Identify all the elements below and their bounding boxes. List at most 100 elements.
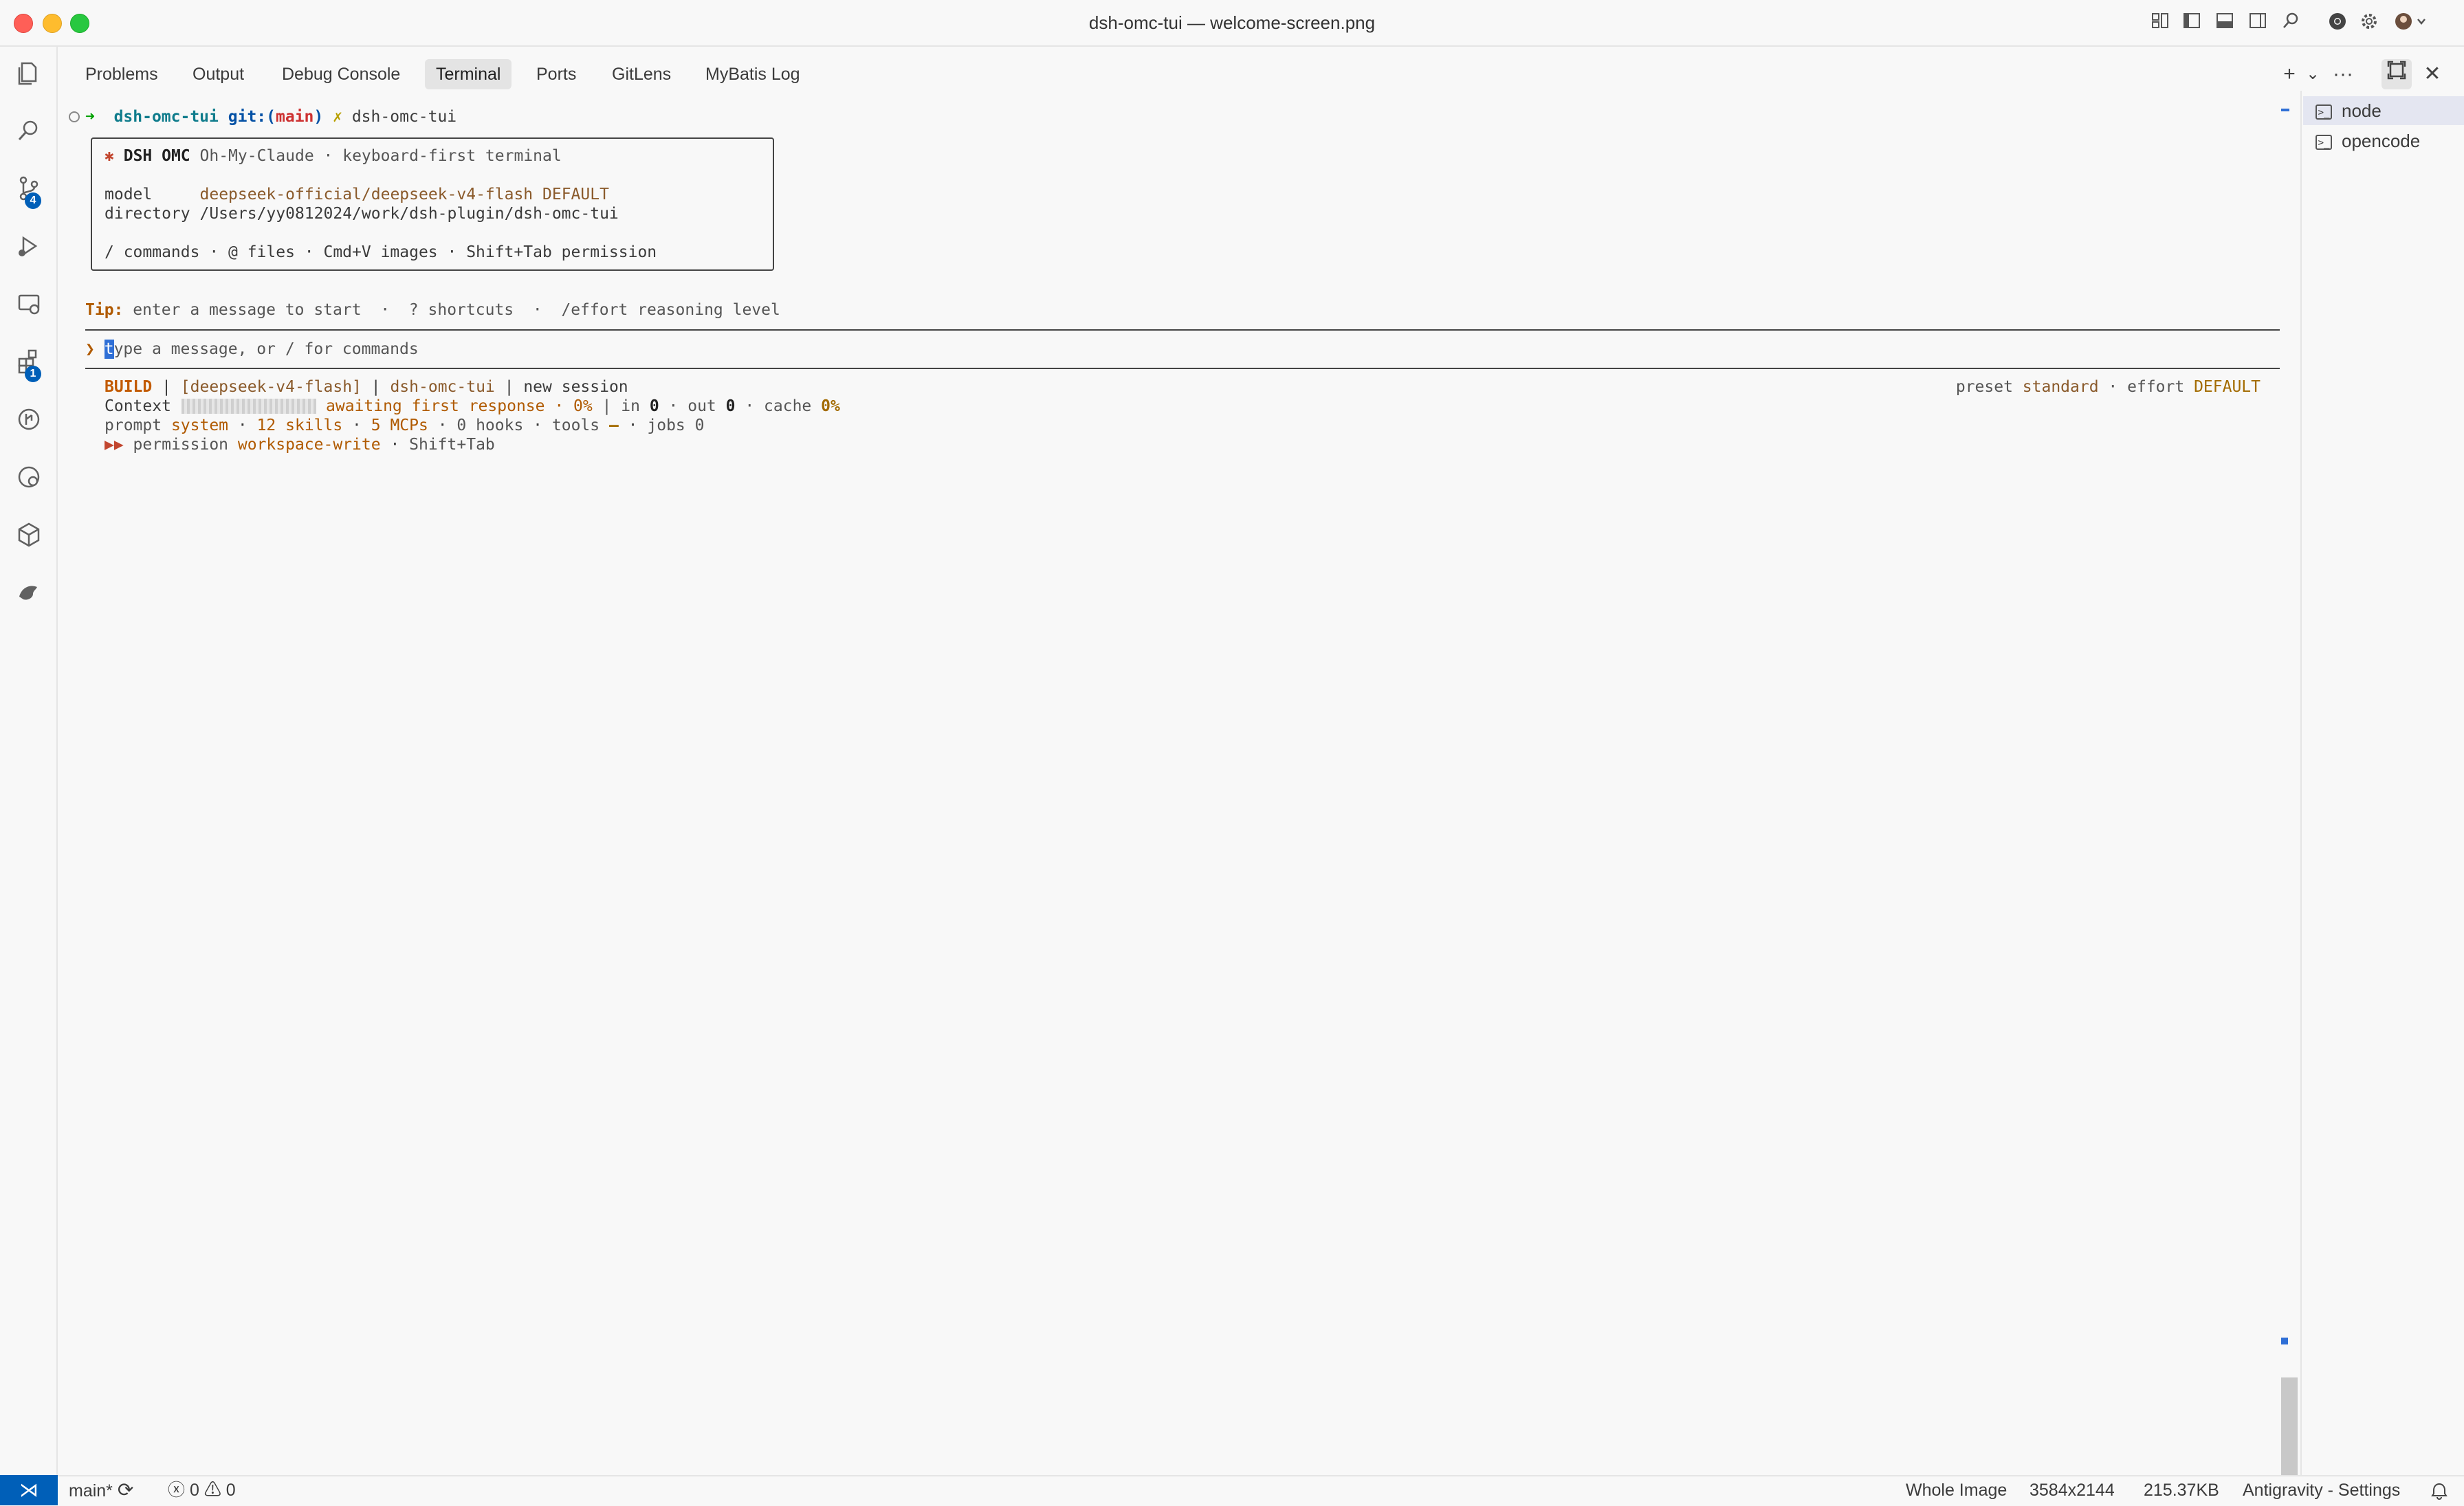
prompt-value: system bbox=[170, 417, 229, 434]
tab-terminal[interactable]: Terminal bbox=[425, 59, 512, 89]
input-caret-icon: ❯ bbox=[85, 340, 95, 358]
tab-ports[interactable]: Ports bbox=[525, 59, 587, 89]
command-decoration-icon[interactable] bbox=[69, 111, 80, 122]
tab-mybatis-log[interactable]: MyBatis Log bbox=[694, 59, 811, 89]
terminal-icon: >_ bbox=[2316, 104, 2332, 120]
input-bottom-rule bbox=[85, 368, 2280, 369]
jobs-count: jobs 0 bbox=[647, 417, 705, 434]
brand-name: DSH OMC bbox=[123, 147, 190, 165]
chevron-down-icon[interactable]: ⌄ bbox=[2298, 59, 2328, 89]
window-title: dsh-omc-tui — welcome-screen.png bbox=[1088, 12, 1376, 33]
layout-icon[interactable] bbox=[2148, 11, 2172, 36]
branch-name: main* bbox=[69, 1481, 113, 1501]
view-mode-indicator[interactable]: Whole Image bbox=[1906, 1475, 2007, 1505]
status-line-build: BUILD | [deepseek-v4-flash] | dsh-omc-tu… bbox=[104, 377, 628, 397]
gitlens-icon[interactable] bbox=[12, 406, 45, 439]
out-value: 0 bbox=[725, 397, 736, 415]
context-usage-bar bbox=[182, 399, 316, 414]
in-label: | in bbox=[592, 397, 650, 415]
prompt-git-close: ) bbox=[314, 108, 324, 126]
status-preset-effort: preset standard · effort DEFAULT bbox=[1956, 377, 2260, 397]
branch-indicator[interactable]: main* ⟳ bbox=[69, 1475, 133, 1505]
terminal-item-label: node bbox=[2342, 100, 2382, 121]
tip-line: Tip: enter a message to start · ? shortc… bbox=[85, 300, 780, 320]
terminal-icon: >_ bbox=[2316, 135, 2332, 151]
testing-icon[interactable] bbox=[12, 463, 45, 496]
separator: | bbox=[361, 378, 390, 396]
problems-indicator[interactable]: ⓧ 0 ⚠ 0 bbox=[168, 1475, 236, 1505]
tab-gitlens[interactable]: GitLens bbox=[601, 59, 682, 89]
extensions-badge: 1 bbox=[25, 366, 41, 382]
search-icon[interactable] bbox=[2278, 11, 2303, 36]
model-label: model bbox=[104, 186, 153, 203]
terminal-item-opencode[interactable]: >_ opencode bbox=[2303, 126, 2464, 155]
settings-indicator[interactable]: Antigravity - Settings bbox=[2243, 1475, 2400, 1505]
welcome-directory-row: directory /Users/yy0812024/work/dsh-plug… bbox=[104, 204, 619, 223]
cache-value: 0% bbox=[821, 397, 840, 415]
permission-line: ▶▶ permission workspace-write · Shift+Ta… bbox=[104, 436, 495, 454]
tools-value: — bbox=[608, 417, 619, 434]
search-icon[interactable] bbox=[12, 117, 45, 150]
brand-star-icon: ✱ bbox=[104, 147, 114, 165]
maximize-panel-button[interactable] bbox=[2382, 59, 2412, 89]
tab-output[interactable]: Output bbox=[182, 59, 255, 89]
tab-problems[interactable]: Problems bbox=[74, 59, 169, 89]
welcome-model-row: model deepseek-official/deepseek-v4-flas… bbox=[104, 185, 609, 204]
context-metrics: awaiting first response · 0% | in 0 · ou… bbox=[326, 397, 840, 416]
sidebar-left-icon[interactable] bbox=[2179, 11, 2204, 36]
context-label: Context bbox=[104, 397, 171, 415]
tab-debug-console[interactable]: Debug Console bbox=[271, 59, 411, 89]
panel-icon[interactable] bbox=[2212, 11, 2237, 36]
input-cursor-char: t bbox=[104, 340, 114, 358]
permission-arrows-icon: ▶▶ bbox=[104, 436, 124, 454]
directory-label: directory bbox=[104, 205, 190, 223]
effort-label: · effort bbox=[2098, 378, 2194, 396]
shell-prompt-line: ➜ dsh-omc-tui git:(main) ✗ dsh-omc-tui bbox=[85, 107, 456, 126]
sync-icon: ⟳ bbox=[117, 1479, 134, 1501]
gear-icon[interactable] bbox=[2357, 11, 2382, 36]
model-value: deepseek-official/deepseek-v4-flash DEFA… bbox=[199, 186, 609, 203]
prompt-git-label: git:( bbox=[228, 108, 276, 126]
containers-icon[interactable] bbox=[12, 521, 45, 554]
more-actions-button[interactable]: ··· bbox=[2328, 59, 2358, 89]
prompt-summary-line: prompt system · 12 skills · 5 MCPs · 0 h… bbox=[104, 417, 705, 434]
brand-tagline: Oh-My-Claude · keyboard-first terminal bbox=[199, 147, 562, 165]
run-debug-icon[interactable] bbox=[12, 232, 45, 265]
welcome-hints: / commands · @ files · Cmd+V images · Sh… bbox=[104, 243, 657, 261]
permission-label: permission bbox=[123, 436, 238, 454]
warning-count: 0 bbox=[226, 1481, 236, 1500]
error-count: 0 bbox=[189, 1481, 199, 1500]
status-session: new session bbox=[523, 378, 628, 396]
mybatis-icon[interactable] bbox=[12, 579, 45, 612]
tools-label: tools bbox=[551, 417, 609, 434]
remote-indicator-button[interactable]: ⋊ bbox=[0, 1475, 58, 1505]
sidebar-right-icon[interactable] bbox=[2245, 11, 2270, 36]
source-control-badge: 4 bbox=[25, 192, 41, 209]
message-input[interactable]: ❯ type a message, or / for commands bbox=[85, 340, 419, 359]
notifications-bell-icon[interactable] bbox=[2430, 1475, 2449, 1505]
input-top-rule bbox=[85, 329, 2280, 331]
skills-count: 12 skills bbox=[256, 417, 343, 434]
preset-value: standard bbox=[2022, 378, 2099, 396]
chrome-icon[interactable] bbox=[2325, 11, 2350, 36]
context-status: awaiting first response · 0% bbox=[326, 397, 593, 415]
close-panel-button[interactable]: ✕ bbox=[2417, 59, 2448, 89]
terminal-item-node[interactable]: >_ node bbox=[2303, 96, 2464, 125]
tip-text: enter a message to start · ? shortcuts ·… bbox=[123, 301, 780, 319]
hooks-count: 0 hooks bbox=[456, 417, 524, 434]
cache-label: · cache bbox=[735, 397, 822, 415]
permission-shortcut: Shift+Tab bbox=[409, 436, 495, 454]
prompt-command: dsh-omc-tui bbox=[351, 108, 457, 126]
explorer-icon[interactable] bbox=[12, 59, 45, 92]
remote-explorer-icon[interactable] bbox=[12, 290, 45, 323]
terminal-scrollbar[interactable] bbox=[2280, 91, 2300, 1475]
scrollbar-thumb[interactable] bbox=[2281, 1377, 2298, 1475]
prompt-branch: main bbox=[276, 108, 314, 126]
account-icon[interactable] bbox=[2391, 11, 2430, 36]
directory-value: /Users/yy0812024/work/dsh-plugin/dsh-omc… bbox=[199, 205, 619, 223]
mode-badge: BUILD bbox=[104, 378, 153, 396]
separator: | bbox=[152, 378, 181, 396]
error-icon: ⓧ bbox=[168, 1481, 186, 1500]
permission-value: workspace-write bbox=[237, 436, 381, 454]
welcome-header: ✱ DSH OMC Oh-My-Claude · keyboard-first … bbox=[104, 146, 562, 166]
